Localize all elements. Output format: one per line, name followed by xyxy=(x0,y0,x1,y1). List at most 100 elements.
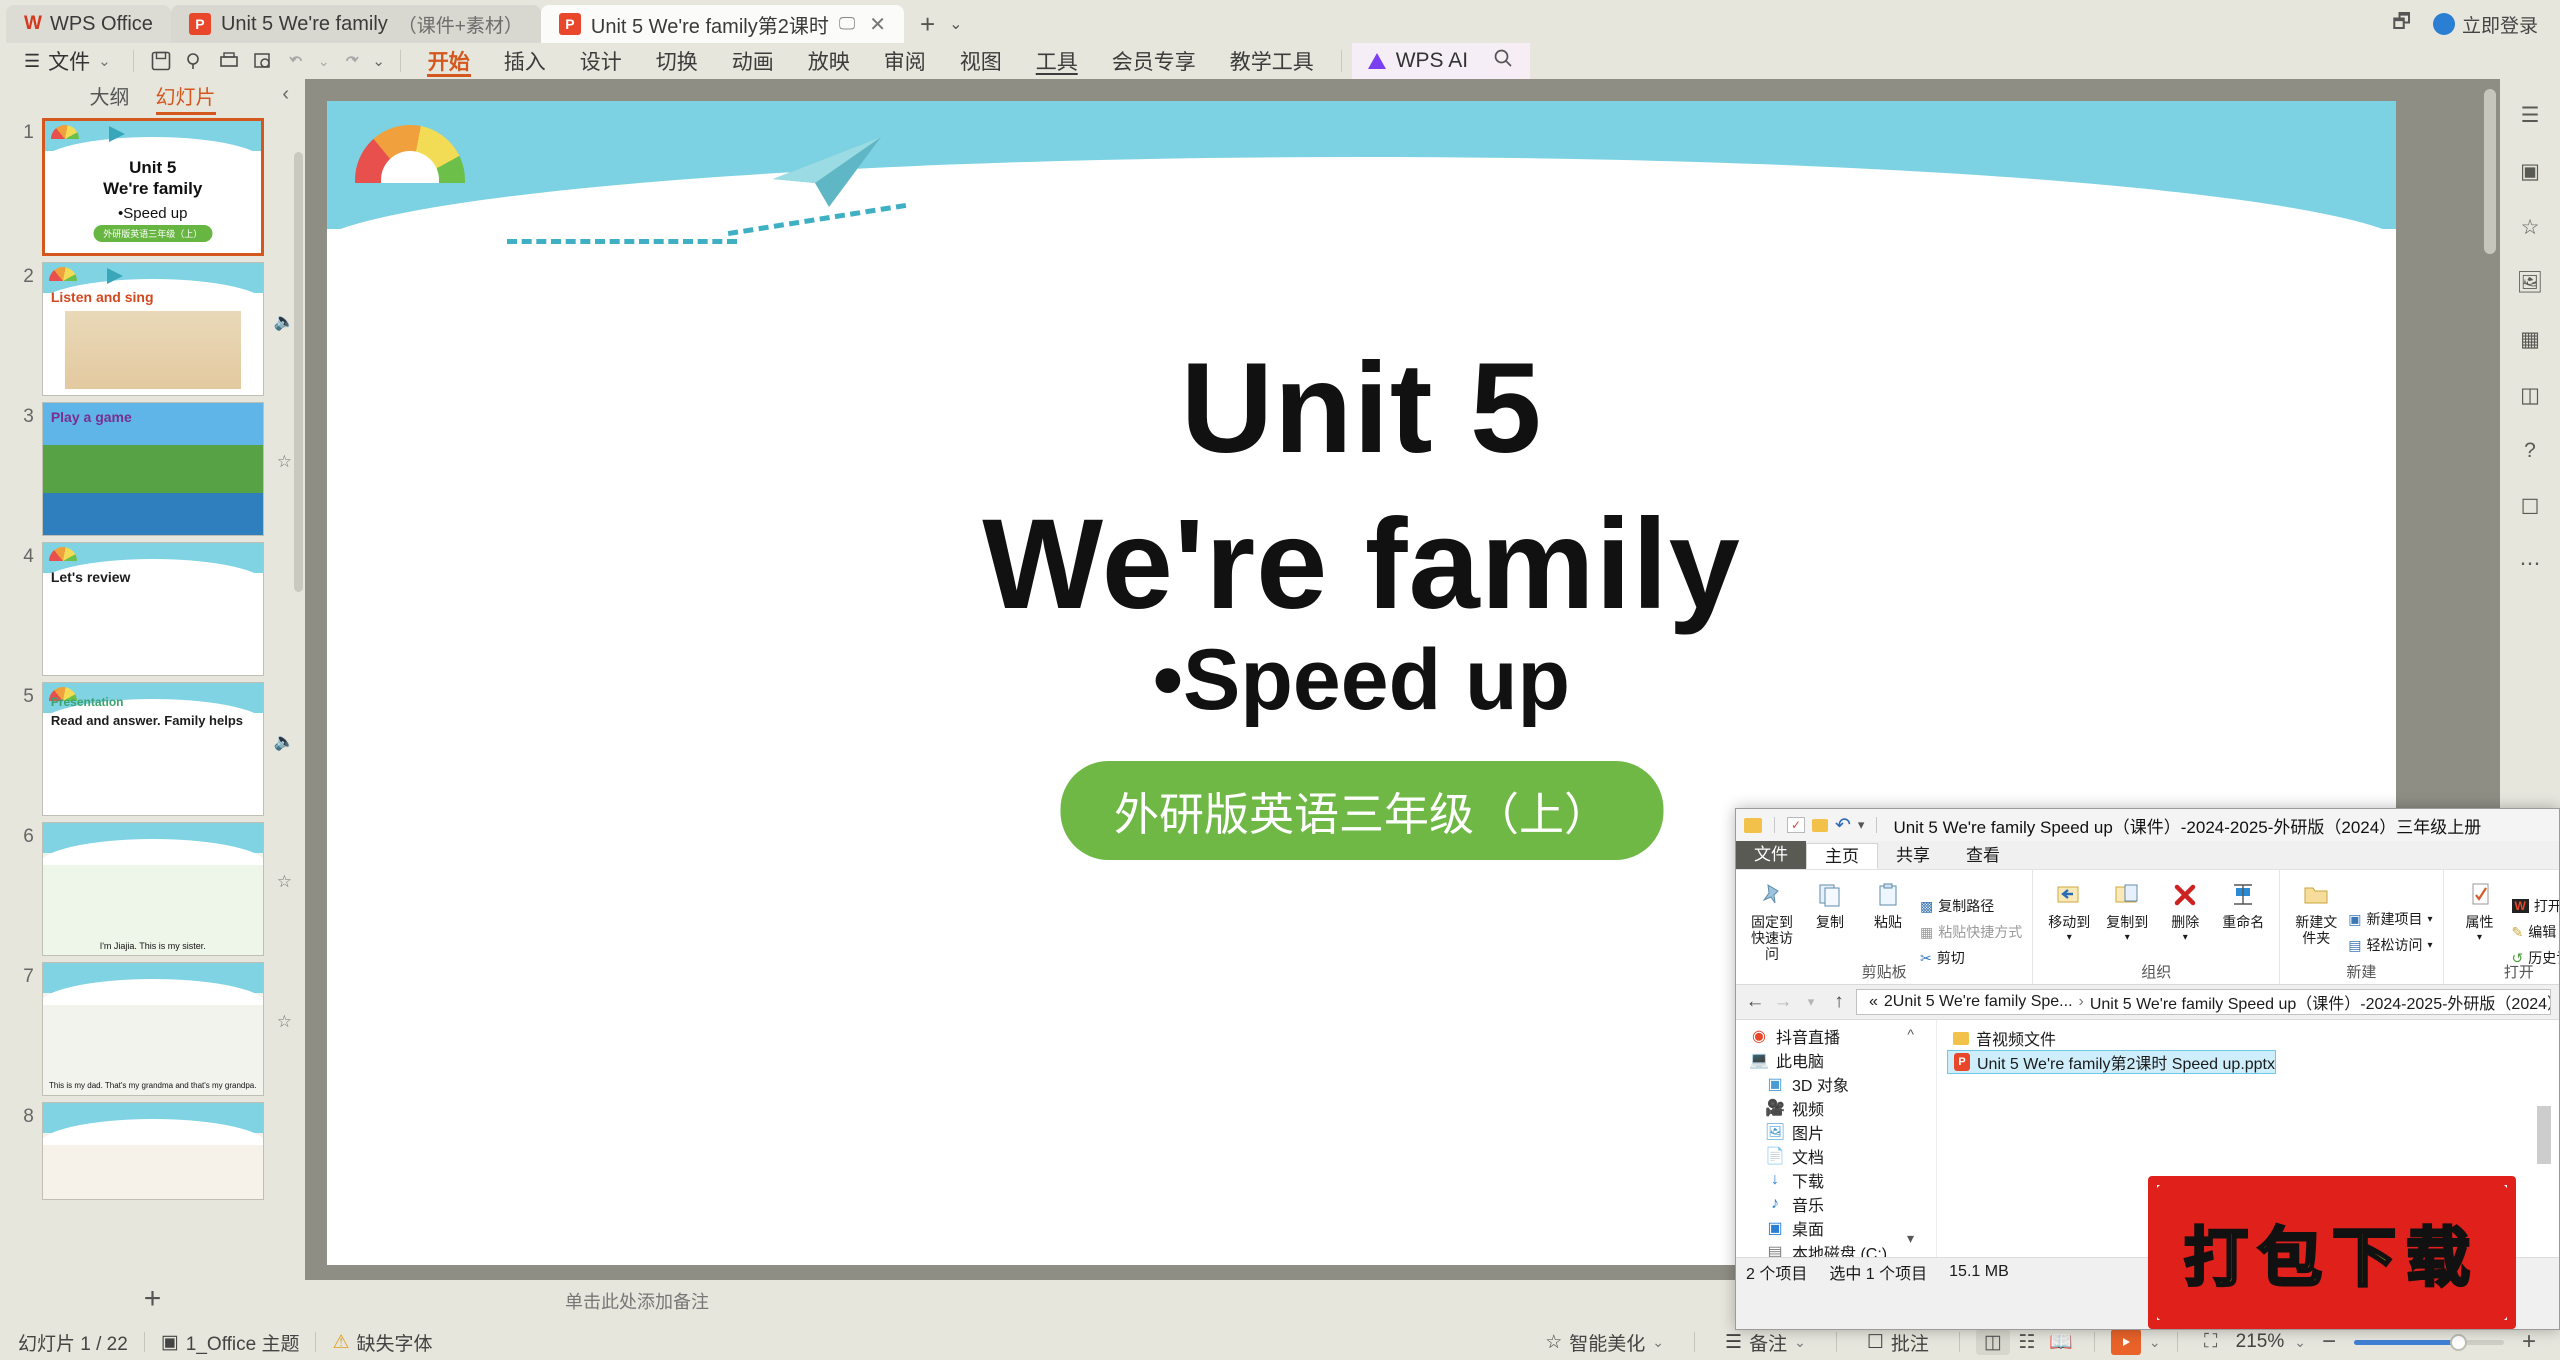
notes-button[interactable]: ☰ 备注 ⌄ xyxy=(1711,1329,1820,1356)
table-icon[interactable]: ◫ xyxy=(2510,377,2550,413)
thumbnail-preview[interactable]: Let's review xyxy=(41,542,264,676)
recent-locations-icon[interactable]: ▾ xyxy=(1800,994,1822,1010)
thumbnail-item[interactable]: 1 Unit 5 We're family •Speed up 外研版英语三年级（… xyxy=(0,112,305,256)
new-tab-icon[interactable]: + xyxy=(920,9,935,40)
nav-scroll-up-icon[interactable]: ^ xyxy=(1907,1026,1914,1042)
edit-button[interactable]: ✎ 编辑 xyxy=(2512,922,2560,942)
thumbnail-item[interactable]: 8 xyxy=(0,1096,305,1200)
nav-item-douyin[interactable]: ◉ 抖音直播 xyxy=(1736,1024,1936,1048)
thumbnail-item[interactable]: 2 Listen and sing 🔈 xyxy=(0,256,305,396)
thumbnail-item[interactable]: 6 I'm Jiajia. This is my sister. ☆ xyxy=(0,816,305,956)
nav-item-downloads[interactable]: ↓ 下载 xyxy=(1736,1168,1936,1192)
thumbnail-item[interactable]: 7 This is my dad. That's my grandma and … xyxy=(0,956,305,1096)
ribbon-tab-teaching-tools[interactable]: 教学工具 xyxy=(1213,43,1331,79)
more-icon[interactable]: ⋯ xyxy=(2510,545,2550,581)
file-list-scrollbar[interactable] xyxy=(2537,1106,2551,1164)
print-icon[interactable] xyxy=(212,46,246,76)
ribbon-tab-tools[interactable]: 工具 xyxy=(1019,43,1095,79)
explorer-tab-home[interactable]: 主页 xyxy=(1806,843,1878,869)
login-button[interactable]: 立即登录 xyxy=(2432,11,2538,38)
nav-item-music[interactable]: ♪ 音乐 xyxy=(1736,1192,1936,1216)
theme-name[interactable]: 1_Office 主题 xyxy=(186,1329,300,1356)
ribbon-tab-review[interactable]: 审阅 xyxy=(867,43,943,79)
file-list-item[interactable]: 音视频文件 xyxy=(1947,1026,2056,1050)
crop-icon[interactable]: ☐ xyxy=(2510,489,2550,525)
play-icon[interactable] xyxy=(2110,1329,2141,1355)
thumbnail-item[interactable]: 5 Presentation Read and answer. Family h… xyxy=(0,676,305,816)
thumbnail-scrollbar[interactable] xyxy=(294,152,303,592)
new-item-button[interactable]: ▣ 新建项目 ▾ xyxy=(2348,909,2432,929)
explorer-tab-share[interactable]: 共享 xyxy=(1878,843,1948,869)
breadcrumb-item-2[interactable]: Unit 5 We're family Speed up（课件）-2024-20… xyxy=(2090,990,2550,1014)
ribbon-tab-design[interactable]: 设计 xyxy=(563,43,639,79)
fit-to-window-icon[interactable]: ⛶ xyxy=(2194,1329,2228,1355)
redo-icon[interactable] xyxy=(334,46,368,76)
wps-ai-button[interactable]: WPS AI xyxy=(1351,43,1531,79)
nav-item-videos[interactable]: 🎥 视频 xyxy=(1736,1096,1936,1120)
format-shape-icon[interactable]: ▣ xyxy=(2510,153,2550,189)
nav-item-this-pc[interactable]: 💻 此电脑 xyxy=(1736,1048,1936,1072)
wps-office-home-tab[interactable]: W WPS Office xyxy=(6,5,171,43)
document-tab-1[interactable]: P Unit 5 We're family （课件+素材） xyxy=(170,5,541,43)
customize-caret-icon[interactable]: ⌄ xyxy=(368,46,390,76)
nav-scroll-down-icon[interactable]: ▾ xyxy=(1907,1230,1914,1247)
ribbon-tab-slideshow[interactable]: 放映 xyxy=(791,43,867,79)
new-tab-area[interactable]: + ⌄ xyxy=(904,5,979,43)
thumbnail-preview[interactable]: Presentation Read and answer. Family hel… xyxy=(41,682,264,816)
file-menu-button[interactable]: ☰ 文件 ⌄ xyxy=(12,46,123,76)
ribbon-tab-member[interactable]: 会员专享 xyxy=(1095,43,1213,79)
thumbnail-item[interactable]: 4 Let's review xyxy=(0,536,305,676)
nav-item-documents[interactable]: 📄 文档 xyxy=(1736,1144,1936,1168)
search-file-icon[interactable] xyxy=(178,46,212,76)
slide-vertical-scrollbar[interactable] xyxy=(2484,89,2496,254)
thumbnail-preview[interactable] xyxy=(41,1102,264,1200)
reading-view-icon[interactable]: 📖 xyxy=(2044,1329,2078,1355)
ribbon-tab-transition[interactable]: 切换 xyxy=(639,43,715,79)
help-icon[interactable]: ? xyxy=(2510,433,2550,469)
add-slide-button[interactable]: + xyxy=(0,1282,305,1316)
address-input[interactable]: « 2Unit 5 We're family Spe... › Unit 5 W… xyxy=(1856,989,2551,1015)
tab-slides[interactable]: 幻灯片 xyxy=(155,81,216,115)
new-folder-icon[interactable] xyxy=(1812,818,1828,832)
nav-item-3d-objects[interactable]: ▣ 3D 对象 xyxy=(1736,1072,1936,1096)
save-icon[interactable] xyxy=(144,46,178,76)
star-favorite-icon[interactable]: ☆ xyxy=(2510,209,2550,245)
slide-title[interactable]: Unit 5 We're family xyxy=(327,331,2396,643)
close-tab-icon[interactable]: ✕ xyxy=(869,12,886,37)
slide-subtitle[interactable]: •Speed up xyxy=(327,631,2396,730)
thumbnail-preview[interactable]: This is my dad. That's my grandma and th… xyxy=(41,962,264,1096)
arrow-up-icon[interactable]: ↑ xyxy=(1828,991,1850,1013)
print-preview-icon[interactable] xyxy=(246,46,280,76)
zoom-caret-icon[interactable]: ⌄ xyxy=(2294,1334,2306,1351)
smart-beautify-button[interactable]: ☆ 智能美化 ⌄ xyxy=(1531,1329,1678,1356)
thumbnail-preview[interactable]: Unit 5 We're family •Speed up 外研版英语三年级（上） xyxy=(41,118,264,256)
copy-path-button[interactable]: ▩ 复制路径 xyxy=(1920,896,2022,916)
open-with-button[interactable]: W 打开 ▾ xyxy=(2511,896,2559,916)
minimize-panel-icon[interactable]: ☰ xyxy=(2510,97,2550,133)
nav-item-pictures[interactable]: 🖼 图片 xyxy=(1736,1120,1936,1144)
thumbnail-preview[interactable]: I'm Jiajia. This is my sister. xyxy=(41,822,264,956)
explorer-navigation-pane[interactable]: ◉ 抖音直播 💻 此电脑 ▣ 3D 对象 🎥 视频 🖼 图片 📄 文档 ↓ 下载… xyxy=(1736,1020,1936,1257)
ribbon-tab-insert[interactable]: 插入 xyxy=(487,43,563,79)
thumbnail-list[interactable]: 1 Unit 5 We're family •Speed up 外研版英语三年级（… xyxy=(0,112,305,1287)
thumbnail-preview[interactable]: Listen and sing xyxy=(41,262,264,396)
zoom-slider-handle[interactable] xyxy=(2449,1333,2467,1351)
normal-view-icon[interactable]: ◫ xyxy=(1975,1329,2010,1355)
comments-button[interactable]: ☐ 批注 xyxy=(1853,1329,1943,1356)
ribbon-tab-animation[interactable]: 动画 xyxy=(715,43,791,79)
arrow-left-icon[interactable]: ← xyxy=(1744,991,1766,1013)
chart-icon[interactable]: ▦ xyxy=(2510,321,2550,357)
slide-badge[interactable]: 外研版英语三年级（上） xyxy=(1059,761,1664,860)
easy-access-button[interactable]: ▤ 轻松访问 ▾ xyxy=(2348,935,2432,955)
zoom-in-button[interactable]: + xyxy=(2522,1328,2536,1356)
chevron-left-icon[interactable]: ‹ xyxy=(282,83,289,106)
window-restore-icon[interactable]: 🗗 xyxy=(2392,7,2411,41)
undo-caret-icon[interactable]: ⌄ xyxy=(314,46,334,76)
ribbon-tab-view[interactable]: 视图 xyxy=(943,43,1019,79)
monitor-icon[interactable]: 🖵 xyxy=(839,14,855,34)
tab-outline[interactable]: 大纲 xyxy=(90,81,130,110)
qat-caret-icon[interactable]: ▾ xyxy=(1858,817,1865,833)
slide-sorter-icon[interactable]: ☷ xyxy=(2010,1329,2044,1355)
new-tab-caret-icon[interactable]: ⌄ xyxy=(949,14,962,34)
zoom-out-button[interactable]: − xyxy=(2322,1328,2336,1356)
